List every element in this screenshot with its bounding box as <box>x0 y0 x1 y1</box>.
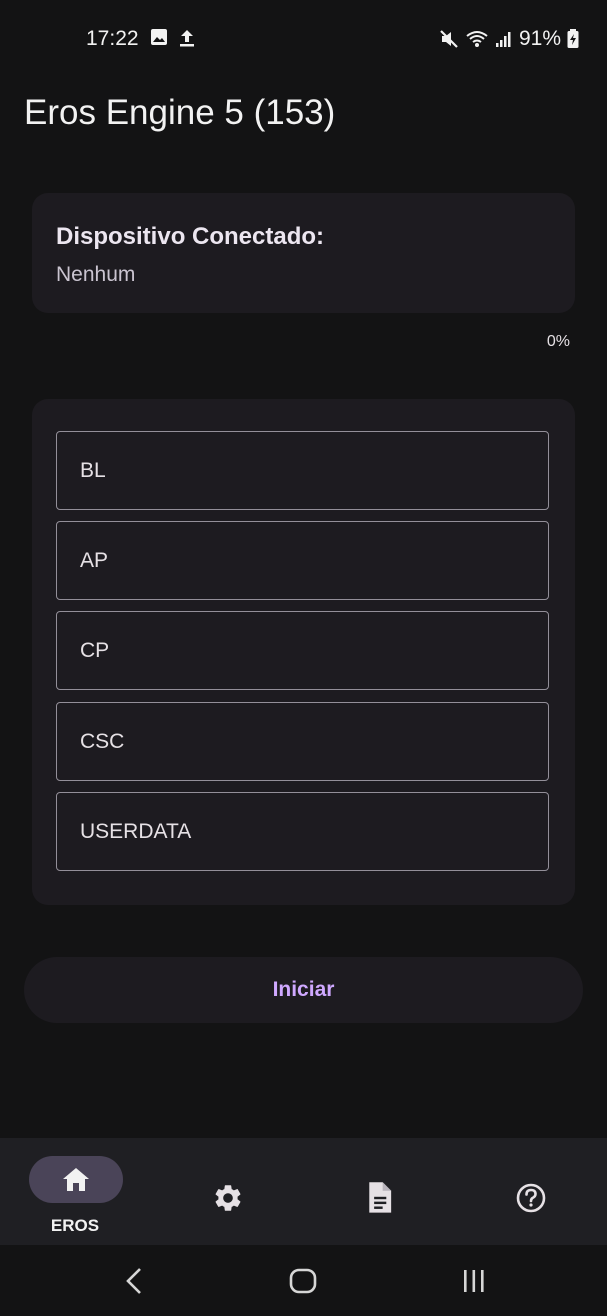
settings-icon[interactable] <box>212 1182 244 1214</box>
help-icon[interactable] <box>515 1182 547 1214</box>
ap-field[interactable]: AP <box>56 521 549 600</box>
image-icon <box>151 29 167 45</box>
battery-icon <box>567 29 579 48</box>
status-right: 91% <box>439 27 579 51</box>
partitions-card: BL AP CP CSC USERDATA <box>32 399 575 905</box>
system-nav-bar <box>0 1245 607 1316</box>
bl-field-label: BL <box>80 458 106 482</box>
bl-field[interactable]: BL <box>56 431 549 510</box>
device-label: Dispositivo Conectado: <box>56 223 325 250</box>
device-value: Nenhum <box>56 263 136 286</box>
home-icon <box>63 1168 89 1191</box>
cp-field-label: CP <box>80 638 110 662</box>
device-card: Dispositivo Conectado: Nenhum <box>32 193 575 313</box>
back-icon[interactable] <box>124 1267 144 1295</box>
signal-icon <box>495 32 511 47</box>
ap-field-label: AP <box>80 548 109 572</box>
userdata-field-label: USERDATA <box>80 819 192 843</box>
userdata-field[interactable]: USERDATA <box>56 792 549 871</box>
wifi-icon <box>466 31 488 47</box>
recents-icon[interactable] <box>460 1267 488 1295</box>
progress-percent: 0% <box>546 333 570 350</box>
nav-item-eros[interactable] <box>29 1156 123 1203</box>
app-title: Eros Engine 5 (153) <box>24 93 336 132</box>
battery-percent: 91% <box>518 27 561 50</box>
mute-icon <box>440 30 458 48</box>
cp-field[interactable]: CP <box>56 611 549 690</box>
home-circle-icon[interactable] <box>288 1267 318 1295</box>
nav-label-eros: EROS <box>50 1216 100 1235</box>
csc-field[interactable]: CSC <box>56 702 549 781</box>
upload-icon <box>180 30 194 47</box>
start-button[interactable]: Iniciar <box>24 957 583 1023</box>
status-bar: 17:22 91% <box>0 0 607 80</box>
status-time: 17:22 <box>86 27 139 50</box>
document-icon[interactable] <box>364 1181 394 1215</box>
csc-field-label: CSC <box>80 729 125 753</box>
